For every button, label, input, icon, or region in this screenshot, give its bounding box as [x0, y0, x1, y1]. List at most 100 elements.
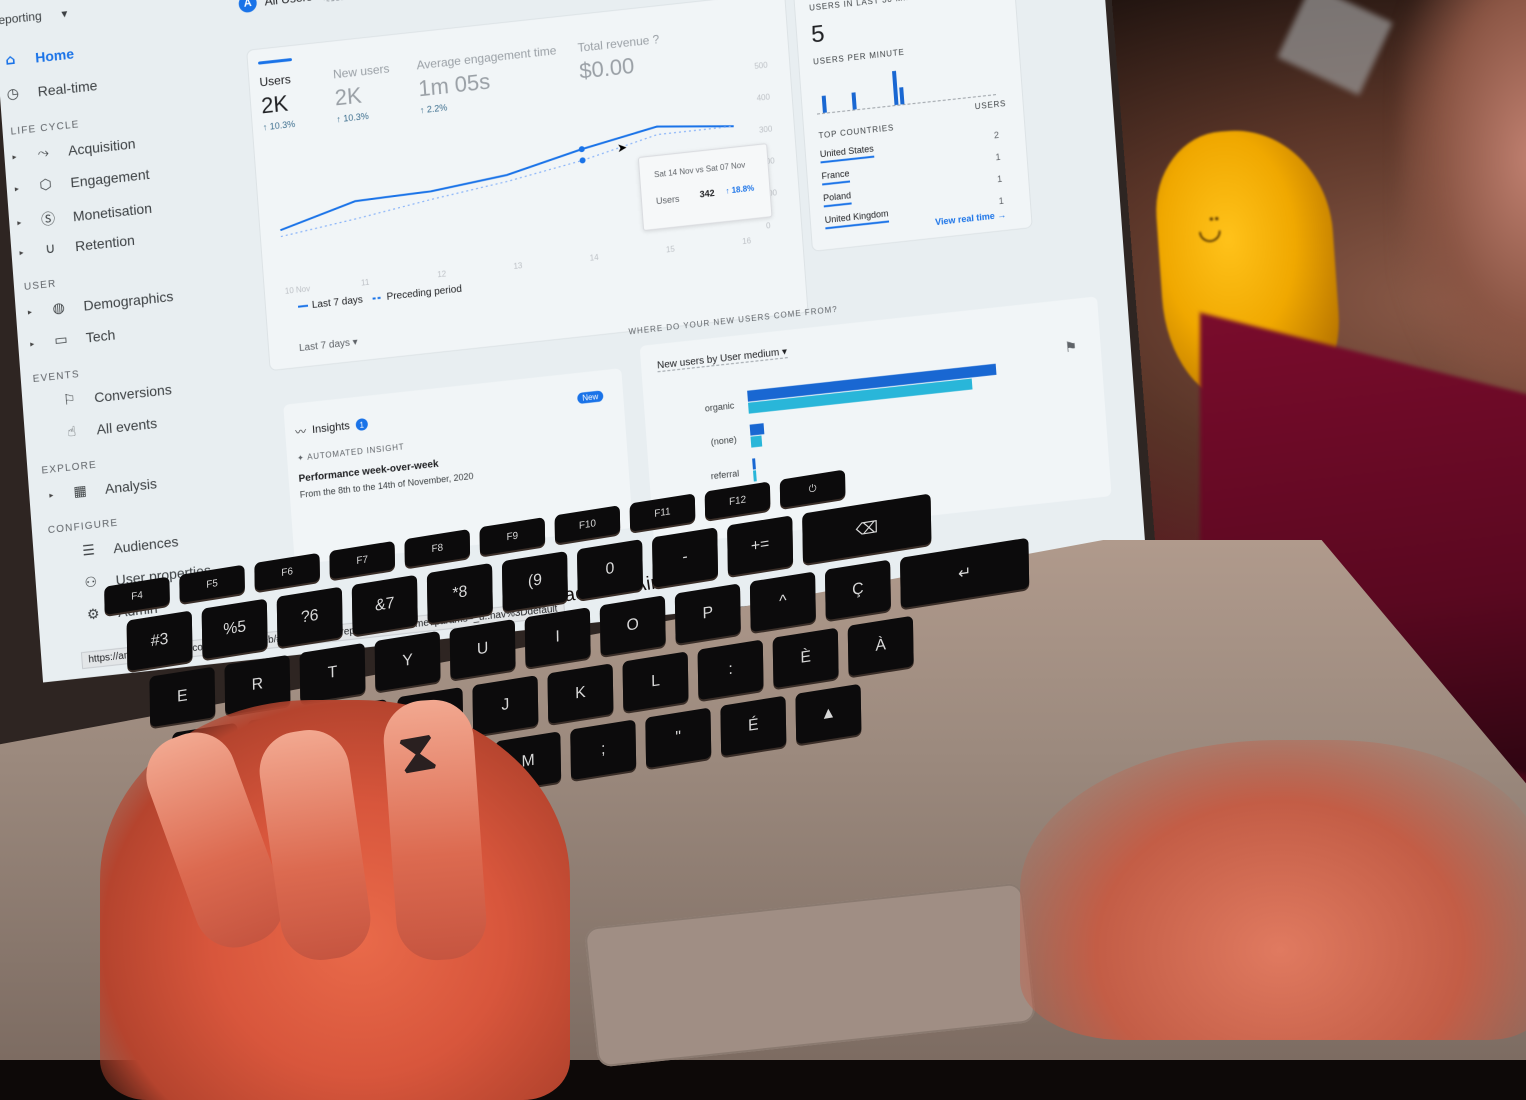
key[interactable]: E	[149, 666, 216, 728]
expand-arrow-icon: ▸	[27, 307, 33, 317]
x-tick-label: 11	[361, 278, 370, 288]
sidebar-section-title: LIFE CYCLE	[10, 119, 80, 138]
add-comparison-button[interactable]: Add comparison +	[317, 0, 434, 3]
new-badge: New	[576, 390, 604, 405]
key[interactable]: L	[622, 651, 689, 713]
insights-header[interactable]: 〰 Insights 1	[295, 416, 369, 440]
x-tick-label: 13	[513, 261, 523, 271]
feedback-icon[interactable]: ⚑	[1064, 339, 1078, 356]
expand-arrow-icon: ▸	[16, 217, 22, 228]
realtime-card: USERS IN LAST 30 MINUTES 5 USERS PER MIN…	[793, 0, 1032, 251]
sidebar-item-audiences[interactable]: ☰ Audiences	[57, 533, 179, 562]
sidebar-item-home[interactable]: ⌂ Home	[1, 45, 75, 69]
property-selector[interactable]: eporting ▼	[0, 6, 70, 28]
sidebar-item-real-time[interactable]: ◷ Real-time	[3, 77, 98, 103]
key[interactable]: %5	[201, 598, 268, 660]
key[interactable]: K	[547, 663, 614, 725]
sidebar-item-monetisation[interactable]: ▸ Ⓢ Monetisation	[17, 198, 153, 233]
bar-category-label: (none)	[710, 434, 738, 447]
expand-arrow-icon	[39, 403, 45, 404]
bar-none-previous[interactable]	[750, 435, 763, 448]
key[interactable]: ⌫	[802, 493, 932, 565]
flag-icon: ⚐	[62, 391, 77, 409]
key[interactable]: ?6	[276, 586, 343, 648]
expand-arrow-icon: ▸	[12, 151, 17, 162]
caret-down-icon: ▼	[59, 8, 70, 21]
devices-icon: ▭	[53, 331, 69, 350]
sidebar-item-tech[interactable]: ▸ ▭ Tech	[30, 327, 116, 352]
key[interactable]: J	[472, 675, 539, 736]
magnet-icon: ∪	[44, 240, 56, 258]
key[interactable]: Y	[374, 630, 441, 692]
key[interactable]: À	[847, 615, 914, 677]
x-tick-label: 15	[666, 245, 676, 255]
key[interactable]: &7	[351, 574, 418, 636]
expand-arrow-icon: ▸	[19, 247, 24, 258]
touch-icon: ☝	[66, 423, 77, 441]
trend-icon: 〰	[294, 425, 307, 439]
sidebar-item-demographics[interactable]: ▸ ◍ Demographics	[27, 288, 174, 320]
key[interactable]: :	[697, 639, 764, 701]
expand-arrow-icon	[60, 585, 66, 586]
key[interactable]: P	[674, 583, 741, 645]
key[interactable]: É	[720, 695, 787, 757]
expand-arrow-icon: ▸	[14, 183, 20, 194]
sidebar-item-retention[interactable]: ▸ ∪ Retention	[19, 232, 135, 260]
globe-icon: ◍	[52, 299, 66, 318]
x-tick-label: 16	[742, 236, 752, 246]
bar-referral-current[interactable]	[752, 458, 756, 470]
sidebar-item-analysis[interactable]: ▸ ▦ Analysis	[49, 475, 157, 503]
toy-smiley-icon: ◡̈	[1196, 211, 1223, 247]
key[interactable]: -	[652, 527, 719, 588]
expand-arrow-icon	[62, 617, 68, 618]
realtime-count: 5	[810, 20, 826, 49]
key[interactable]: È	[772, 627, 839, 689]
key[interactable]: 0	[576, 539, 644, 600]
key[interactable]: T	[299, 642, 366, 704]
y-tick-label: 300	[759, 124, 773, 134]
dashed-line-swatch	[372, 296, 383, 300]
segment-avatar: A	[238, 0, 258, 14]
expand-arrow-icon	[58, 554, 64, 555]
segment-label: All Users	[264, 0, 313, 9]
acquisition-icon: ⤳	[37, 144, 50, 162]
bar-category-label: referral	[710, 468, 740, 482]
key[interactable]: ;	[570, 719, 637, 781]
segment-all-users[interactable]: A All Users	[238, 0, 313, 14]
key[interactable]: I	[524, 607, 591, 668]
per-minute-bar	[899, 87, 905, 105]
key[interactable]: ▲	[795, 683, 862, 745]
sparkle-icon: ✦	[296, 452, 305, 463]
dimension-dropdown[interactable]: New users by User medium ▾	[656, 346, 788, 373]
sidebar-item-engagement[interactable]: ▸ ⬡ Engagement	[14, 166, 150, 197]
sidebar-section-title: EXPLORE	[41, 459, 98, 477]
person-face-blur	[1400, 0, 1526, 400]
sidebar-item-conversions[interactable]: ⚐ Conversions	[38, 381, 173, 411]
x-tick-label: 10 Nov	[285, 284, 311, 296]
key[interactable]: O	[599, 595, 666, 657]
key[interactable]: U	[449, 618, 516, 680]
per-minute-bar	[821, 95, 827, 113]
key[interactable]: ^	[749, 571, 816, 633]
key[interactable]: ↵	[899, 537, 1030, 609]
bar-none-current[interactable]	[749, 423, 765, 436]
date-range-dropdown[interactable]: Last 7 days ▾	[299, 337, 358, 354]
gear-icon: ⚙	[86, 606, 101, 624]
bar-referral-previous[interactable]	[753, 470, 757, 482]
key[interactable]: "	[645, 707, 712, 769]
clock-icon: ◷	[6, 85, 20, 103]
expand-arrow-icon	[41, 435, 47, 436]
key[interactable]: Ç	[824, 559, 891, 621]
left-hand	[100, 697, 570, 1100]
bar-category-label: organic	[704, 400, 735, 414]
overview-card: Users 2K ↑ 10.3% New users 2K ↑ 10.3% Av…	[247, 0, 808, 371]
key[interactable]: +=	[727, 515, 794, 577]
key[interactable]: *8	[426, 562, 493, 624]
tag-icon: ⬡	[38, 176, 53, 194]
sidebar-item-acquisition[interactable]: ▸ ⤳ Acquisition	[12, 135, 136, 164]
key[interactable]: (9	[501, 550, 568, 612]
x-tick-label: 12	[437, 270, 447, 280]
sidebar-item-all-events[interactable]: ☝ All events	[40, 415, 158, 444]
key[interactable]: #3	[126, 610, 193, 672]
analysis-icon: ▦	[72, 482, 88, 501]
